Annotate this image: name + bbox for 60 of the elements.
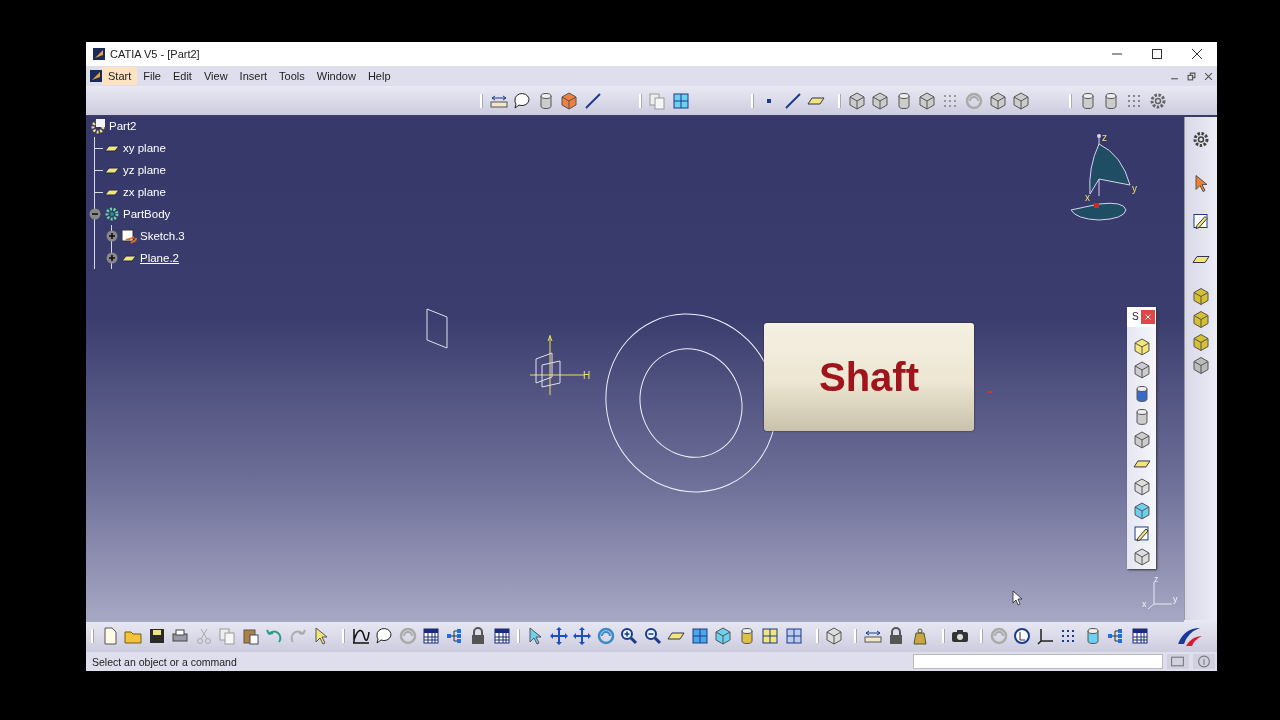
app-icon [90,70,102,82]
zoom-out-icon[interactable] [642,626,663,646]
window-icon[interactable] [760,626,781,646]
pointer-icon [1012,590,1023,606]
cube-icon[interactable] [1191,331,1211,354]
menu-item[interactable]: Tools [273,67,311,85]
app-icon [93,48,105,60]
tree-item[interactable]: Plane.2 [140,252,179,264]
cube-icon[interactable] [1011,90,1032,111]
tree-item[interactable]: Part2 [109,120,137,132]
tree-item[interactable]: xy plane [123,142,166,154]
plane-outline [426,308,448,349]
zoom-in-icon[interactable] [619,626,640,646]
tree-item[interactable]: Sketch.3 [140,230,185,242]
axis-label: x [1085,192,1090,203]
command-field[interactable] [913,654,1163,669]
expand-icon[interactable] [106,230,118,242]
tree-item[interactable]: zx plane [123,186,166,198]
axis-label: y [1132,183,1137,194]
callout-text: Shaft [819,354,919,400]
tree-item[interactable]: PartBody [123,208,171,220]
menu-item[interactable]: Window [310,67,362,85]
cube-icon[interactable] [713,626,734,646]
expand-icon[interactable] [106,252,118,264]
globe-icon[interactable] [1012,626,1033,646]
axis-label: x [1142,599,1147,609]
axis-icon[interactable] [1035,626,1056,646]
cube-icon[interactable] [1191,308,1211,331]
move-icon[interactable] [548,626,569,646]
collapse-icon[interactable] [89,208,101,220]
status-message: Select an object or a command [92,655,237,668]
cube-icon[interactable] [559,90,580,111]
axis-label: y [1173,594,1178,604]
menu-item[interactable]: Start [102,67,138,85]
axis-label: z [1154,574,1159,584]
move-icon[interactable] [572,626,593,646]
axis-label: z [1102,132,1107,143]
window-icon[interactable] [1167,654,1189,669]
restore-icon[interactable] [1187,71,1196,81]
axis-label: H [583,370,591,381]
axis-icon [1147,581,1173,610]
menu-item[interactable]: View [197,67,234,85]
table-icon[interactable] [421,626,442,646]
point-marker [988,391,992,393]
toolbar-title: S [1132,311,1139,323]
cube-icon[interactable] [870,90,891,111]
window-title: CATIA V5 - [Part2] [110,48,200,60]
cube-icon[interactable] [917,90,938,111]
menu-item[interactable]: Insert [233,67,274,85]
cube-icon[interactable] [824,626,845,646]
info-icon[interactable] [1193,654,1215,669]
tree-item[interactable]: yz plane [123,164,166,176]
cube-icon[interactable] [1191,354,1211,377]
menu-item[interactable]: File [137,67,167,85]
maximize-icon[interactable] [1152,49,1162,59]
cube-icon[interactable] [1191,285,1211,308]
close-icon[interactable] [1192,49,1202,59]
menu-item[interactable]: Edit [166,67,198,85]
menu-item[interactable]: Help [361,67,397,85]
curve-icon[interactable] [350,626,371,646]
